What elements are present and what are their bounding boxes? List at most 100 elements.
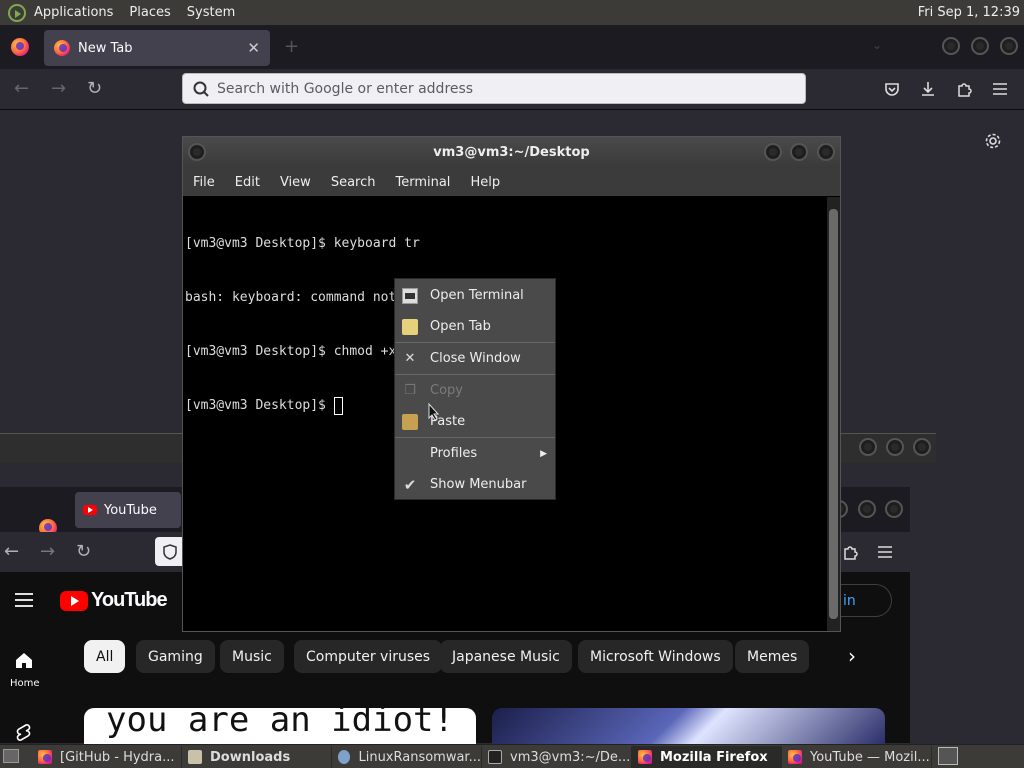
minimize-button[interactable] (942, 37, 960, 55)
firefox-menu-icon[interactable] (11, 38, 29, 56)
scrollbar-thumb[interactable] (829, 209, 838, 619)
menu-applications[interactable]: Applications (26, 5, 121, 20)
tab-label: New Tab (78, 40, 133, 56)
youtube-logo-text: YouTube (91, 589, 168, 611)
menu-terminal[interactable]: Terminal (385, 175, 460, 190)
tab-new-tab[interactable]: New Tab ✕ (44, 30, 270, 66)
chips-next-chevron-icon[interactable]: › (848, 644, 856, 668)
terminal-icon (488, 750, 502, 764)
reload-icon[interactable]: ↻ (87, 78, 102, 99)
maximize-button[interactable] (971, 37, 989, 55)
tab-label: YouTube (104, 502, 157, 518)
menu-item-profiles[interactable]: Profiles ▶ (395, 438, 555, 469)
shield-icon (163, 543, 177, 560)
downloads-icon[interactable] (919, 80, 937, 98)
terminal-icon (402, 287, 418, 304)
firefox-icon (638, 750, 652, 764)
pocket-icon[interactable] (883, 80, 901, 98)
back-arrow-icon[interactable]: ← (14, 78, 29, 99)
hamburger-menu-icon[interactable] (876, 544, 894, 560)
menu-view[interactable]: View (270, 175, 321, 190)
extensions-icon[interactable] (841, 543, 859, 561)
taskbar-item-label: YouTube — Mozil... (810, 749, 930, 765)
menu-item-copy: ❐ Copy (395, 375, 555, 406)
taskbar: [GitHub - Hydra... Downloads LinuxRansom… (0, 744, 1024, 768)
list-tabs-chevron-icon[interactable]: ⌄ (872, 38, 882, 52)
menu-item-open-terminal[interactable]: Open Terminal (395, 280, 555, 311)
workspace-switcher[interactable] (938, 747, 958, 765)
menu-item-open-tab[interactable]: Open Tab (395, 311, 555, 342)
taskbar-item-label: Downloads (210, 749, 291, 765)
yt-maximize-button[interactable] (858, 500, 876, 518)
chip-microsoft-windows[interactable]: Microsoft Windows (578, 640, 733, 673)
reload-icon[interactable]: ↻ (76, 541, 91, 562)
clock[interactable]: Fri Sep 1, 12:39 (918, 5, 1024, 20)
extensions-icon[interactable] (955, 80, 973, 98)
youtube-logo-icon (60, 590, 88, 611)
bg-minimize-button[interactable] (859, 438, 877, 456)
close-window-button[interactable] (1000, 37, 1018, 55)
taskbar-item-mozilla-firefox[interactable]: Mozilla Firefox (632, 746, 782, 768)
menu-search[interactable]: Search (321, 175, 386, 190)
chip-japanese-music[interactable]: Japanese Music (440, 640, 572, 673)
menu-item-label: Show Menubar (430, 477, 527, 492)
close-tab-icon[interactable]: ✕ (247, 39, 260, 57)
window-menu-button[interactable] (188, 143, 206, 161)
terminal-scrollbar[interactable] (827, 197, 840, 631)
home-icon[interactable] (14, 651, 34, 669)
menu-help[interactable]: Help (460, 175, 510, 190)
forward-arrow-icon[interactable]: → (51, 78, 66, 99)
menu-item-close-window[interactable]: ✕ Close Window (395, 343, 555, 374)
firefox-icon (788, 750, 802, 764)
settings-gear-icon[interactable] (984, 132, 1002, 150)
youtube-logo[interactable]: YouTube (60, 589, 168, 612)
menu-edit[interactable]: Edit (225, 175, 270, 190)
hamburger-menu-icon[interactable] (991, 81, 1009, 97)
close-window-button[interactable] (817, 143, 835, 161)
bg-maximize-button[interactable] (886, 438, 904, 456)
menu-file[interactable]: File (183, 175, 225, 190)
address-bar[interactable] (155, 537, 185, 566)
new-tab-plus-icon[interactable]: + (284, 36, 299, 57)
maximize-button[interactable] (790, 143, 808, 161)
firefox-icon (38, 750, 52, 764)
thumbnail-text: you are an idiot! (106, 708, 454, 740)
chip-memes[interactable]: Memes (735, 640, 810, 673)
back-arrow-icon[interactable]: ← (4, 541, 19, 562)
tab-youtube[interactable]: YouTube (75, 492, 181, 528)
menu-places[interactable]: Places (121, 5, 178, 20)
terminal-titlebar[interactable]: vm3@vm3:~/Desktop (183, 137, 840, 168)
guide-menu-icon[interactable] (14, 591, 34, 609)
yt-close-button[interactable] (885, 500, 903, 518)
text-cursor (333, 397, 343, 415)
taskbar-item-linuxransomware[interactable]: LinuxRansomwar... (332, 746, 482, 768)
search-icon (193, 81, 209, 97)
taskbar-item-youtube[interactable]: YouTube — Mozil... (782, 746, 932, 768)
distro-logo-icon[interactable] (8, 3, 26, 22)
chip-all[interactable]: All (84, 640, 126, 673)
address-bar[interactable]: Search with Google or enter address (182, 73, 806, 104)
shorts-icon[interactable] (14, 723, 34, 743)
chip-computer-viruses[interactable]: Computer viruses (294, 640, 443, 673)
video-thumbnail[interactable]: you are an idiot! (84, 708, 476, 744)
bg-close-button[interactable] (913, 438, 931, 456)
taskbar-item-label: LinuxRansomwar... (358, 749, 481, 765)
menu-item-show-menubar[interactable]: ✔ Show Menubar (395, 469, 555, 500)
minimize-button[interactable] (764, 143, 782, 161)
chip-gaming[interactable]: Gaming (136, 640, 215, 673)
forward-arrow-icon[interactable]: → (40, 541, 55, 562)
menu-system[interactable]: System (179, 5, 243, 20)
menu-item-paste[interactable]: Paste (395, 406, 555, 437)
taskbar-item-github[interactable]: [GitHub - Hydra... (32, 746, 182, 768)
taskbar-item-terminal[interactable]: vm3@vm3:~/De... (482, 746, 632, 768)
top-panel: Applications Places System Fri Sep 1, 12… (0, 0, 1024, 25)
menu-item-label: Open Terminal (430, 288, 524, 303)
check-icon: ✔ (403, 475, 417, 494)
video-thumbnail[interactable] (492, 708, 885, 744)
taskbar-item-downloads[interactable]: Downloads (182, 746, 332, 768)
chip-music[interactable]: Music (220, 640, 284, 673)
firefox-icon (54, 40, 70, 56)
show-desktop-icon[interactable] (3, 749, 19, 763)
tab-icon (402, 318, 418, 335)
home-label[interactable]: Home (10, 678, 40, 689)
